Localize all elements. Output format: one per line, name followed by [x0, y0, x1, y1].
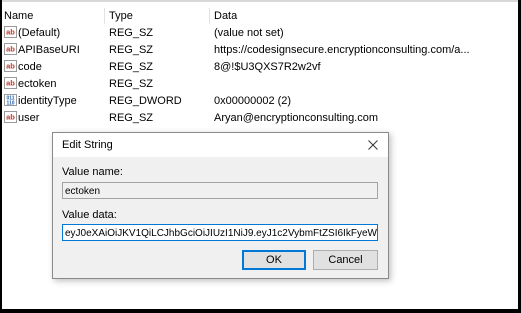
registry-value-row[interactable]: ab (Default) REG_SZ (value not set)	[4, 25, 514, 42]
ab-string-icon: ab	[4, 111, 17, 123]
value-name: ectoken	[18, 78, 57, 90]
registry-value-row[interactable]: ab code REG_SZ 8@!$U3QXS7R2w2vf	[4, 59, 514, 76]
svg-text:ab: ab	[6, 62, 15, 71]
value-name: (Default)	[18, 27, 61, 39]
ab-string-icon: ab	[4, 77, 17, 89]
registry-value-row[interactable]: 011 110 identityType REG_DWORD 0x0000000…	[4, 93, 514, 110]
value-name: identityType	[18, 95, 77, 107]
value-type: REG_SZ	[109, 112, 154, 124]
value-type: REG_SZ	[109, 27, 154, 39]
value-name-label: Value name:	[62, 166, 123, 178]
value-type: REG_SZ	[109, 78, 154, 90]
value-type: REG_DWORD	[109, 95, 182, 107]
svg-text:110: 110	[6, 101, 14, 107]
edit-string-dialog: Edit String Value name: ectoken Value da…	[52, 132, 389, 279]
value-type: REG_SZ	[109, 61, 154, 73]
registry-value-row[interactable]: ab ectoken REG_SZ	[4, 76, 514, 93]
window-bottom-border	[0, 309, 521, 313]
dialog-title: Edit String	[62, 139, 113, 151]
svg-text:ab: ab	[6, 79, 15, 88]
ab-string-icon: ab	[4, 26, 17, 38]
ok-button[interactable]: OK	[242, 250, 306, 270]
value-data: https://codesignsecure.encryptionconsult…	[214, 44, 470, 56]
value-name: user	[18, 112, 40, 124]
column-header-data[interactable]: Data	[214, 10, 237, 22]
cancel-button[interactable]: Cancel	[313, 250, 378, 270]
window-left-border	[0, 0, 2, 313]
registry-value-row[interactable]: ab user REG_SZ Aryan@encryptionconsultin…	[4, 110, 514, 127]
value-data: 0x00000002 (2)	[214, 95, 292, 107]
value-data: Aryan@encryptionconsulting.com	[214, 112, 379, 124]
dword-icon: 011 110	[4, 94, 17, 106]
dialog-titlebar[interactable]: Edit String	[53, 133, 388, 157]
ab-string-icon: ab	[4, 43, 17, 55]
value-data-label: Value data:	[62, 209, 117, 221]
registry-value-row[interactable]: ab APIBaseURI REG_SZ https://codesignsec…	[4, 42, 514, 59]
close-icon[interactable]	[364, 136, 382, 154]
ab-string-icon: ab	[4, 60, 17, 72]
column-header-type[interactable]: Type	[109, 10, 133, 22]
column-separator[interactable]	[104, 8, 105, 24]
value-type: REG_SZ	[109, 44, 154, 56]
value-name: code	[18, 61, 42, 73]
svg-text:ab: ab	[6, 28, 15, 37]
value-data: (value not set)	[214, 27, 284, 39]
value-name-field: ectoken	[62, 182, 378, 199]
value-data-input[interactable]: eyJ0eXAiOiJKV1QiLCJhbGciOiJIUzI1NiJ9.eyJ…	[62, 224, 378, 241]
value-data: 8@!$U3QXS7R2w2vf	[214, 61, 321, 73]
window-top-border	[0, 0, 521, 2]
svg-text:ab: ab	[6, 113, 15, 122]
svg-text:ab: ab	[6, 45, 15, 54]
value-name: APIBaseURI	[18, 44, 80, 56]
column-header-name[interactable]: Name	[4, 10, 33, 22]
column-separator[interactable]	[209, 8, 210, 24]
